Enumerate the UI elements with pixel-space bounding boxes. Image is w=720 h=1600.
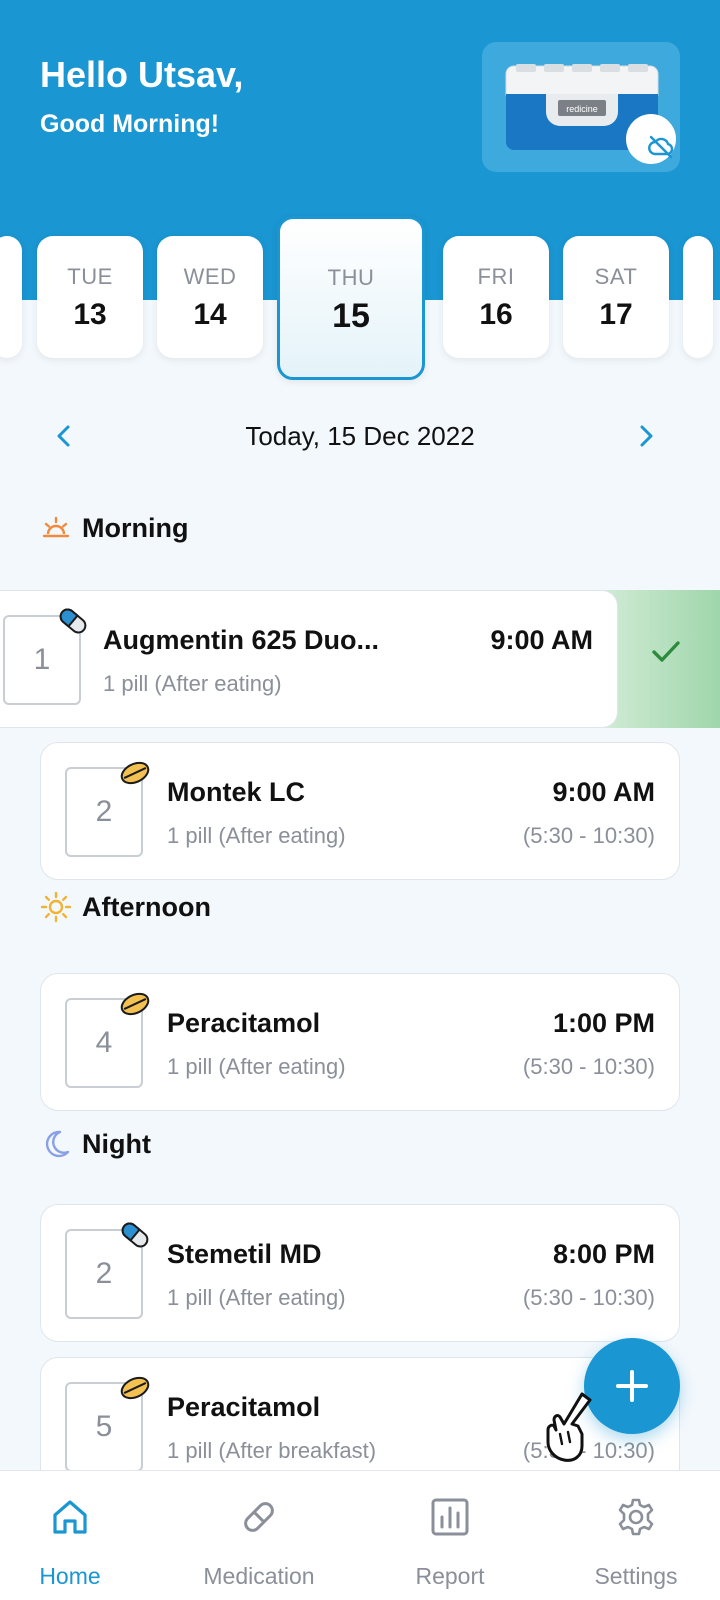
date-card-tue[interactable]: TUE 13: [37, 236, 143, 358]
device-card[interactable]: redicine: [482, 42, 680, 172]
date-number: 13: [73, 298, 107, 331]
tablet-icon: [120, 1376, 150, 1400]
capsule-icon: [59, 608, 87, 634]
sun-icon: [40, 891, 72, 923]
gear-icon: [618, 1498, 654, 1536]
tablet-icon: [120, 992, 150, 1016]
med-time: 8:00 PM: [552, 1239, 655, 1269]
med-time-window: (5:30 - 10:30): [522, 1285, 655, 1310]
chevron-right-icon[interactable]: [630, 420, 662, 452]
med-card[interactable]: 2 Stemetil MD 1 pill (After eating) 8:00…: [40, 1204, 680, 1342]
med-card-swipe-row[interactable]: 1 Augmentin 625 Duo... 1 pill (After eat…: [0, 590, 720, 728]
bar-chart-icon: [431, 1498, 469, 1536]
greeting-title: Hello Utsav,: [40, 54, 244, 95]
moon-icon: [45, 1130, 70, 1158]
pill-icon: [244, 1502, 274, 1532]
date-card-wed[interactable]: WED 14: [157, 236, 263, 358]
plus-icon: [616, 1370, 648, 1402]
nav-label: Medication: [203, 1563, 315, 1589]
date-dow: TUE: [67, 264, 113, 289]
capsule-icon: [121, 1222, 149, 1248]
date-number: 17: [599, 298, 633, 331]
med-time: 9:00 AM: [490, 625, 593, 655]
tablet-icon: [120, 761, 150, 785]
med-name: Augmentin 625 Duo...: [103, 625, 380, 655]
device-brand-label: redicine: [566, 104, 598, 114]
nav-report[interactable]: Report: [390, 1471, 510, 1600]
med-name: Peracitamol: [167, 1008, 321, 1038]
date-number: 15: [332, 297, 370, 335]
med-time: 1:00 PM: [552, 1008, 655, 1038]
med-card[interactable]: 1 Augmentin 625 Duo... 1 pill (After eat…: [0, 590, 618, 728]
med-dose: 1 pill (After eating): [167, 823, 346, 848]
nav-settings[interactable]: Settings: [566, 1471, 706, 1600]
med-card[interactable]: 2 Montek LC 1 pill (After eating) 9:00 A…: [40, 742, 680, 880]
date-number: 14: [193, 298, 227, 331]
section-title-morning: Morning: [82, 513, 189, 543]
date-card-thu-selected[interactable]: THU 15: [277, 216, 425, 380]
med-dose: 1 pill (After eating): [167, 1054, 346, 1079]
sunrise-icon: [42, 516, 70, 538]
nav-label: Settings: [594, 1563, 678, 1589]
date-card-sat[interactable]: SAT 17: [563, 236, 669, 358]
med-dose: 1 pill (After breakfast): [167, 1438, 377, 1463]
section-title-afternoon: Afternoon: [82, 892, 211, 922]
med-name: Montek LC: [167, 777, 305, 807]
home-icon: [53, 1500, 87, 1534]
med-time: 9:00 AM: [552, 777, 655, 807]
current-date-label: Today, 15 Dec 2022: [245, 421, 475, 451]
nav-label: Report: [415, 1563, 485, 1589]
date-card-next-partial[interactable]: [683, 236, 713, 358]
date-dow: THU: [327, 265, 375, 290]
nav-label: Home: [39, 1563, 101, 1589]
nav-home[interactable]: Home: [10, 1471, 130, 1600]
med-time-window: (5:30 - 10:30): [522, 1054, 655, 1079]
date-dow: WED: [183, 264, 237, 289]
med-time-window: (5:30 - 10:30): [522, 823, 655, 848]
med-name: Peracitamol: [167, 1392, 321, 1422]
med-name: Stemetil MD: [167, 1239, 322, 1269]
date-number: 16: [479, 298, 513, 331]
date-card-fri[interactable]: FRI 16: [443, 236, 549, 358]
tap-hand-icon: [546, 1392, 592, 1462]
bottom-navigation: Home Medication Report Settings: [0, 1470, 720, 1600]
cloud-off-icon[interactable]: [626, 114, 676, 164]
checkmark-icon: [652, 641, 680, 662]
date-dow: FRI: [477, 264, 515, 289]
section-title-night: Night: [82, 1129, 151, 1159]
nav-medication[interactable]: Medication: [184, 1471, 334, 1600]
med-dose: 1 pill (After eating): [103, 671, 282, 696]
greeting-subtitle: Good Morning!: [40, 110, 220, 138]
med-dose: 1 pill (After eating): [167, 1285, 346, 1310]
med-card[interactable]: 4 Peracitamol 1 pill (After eating) 1:00…: [40, 973, 680, 1111]
date-dow: SAT: [594, 264, 638, 289]
date-card-prev-partial[interactable]: [0, 236, 22, 358]
